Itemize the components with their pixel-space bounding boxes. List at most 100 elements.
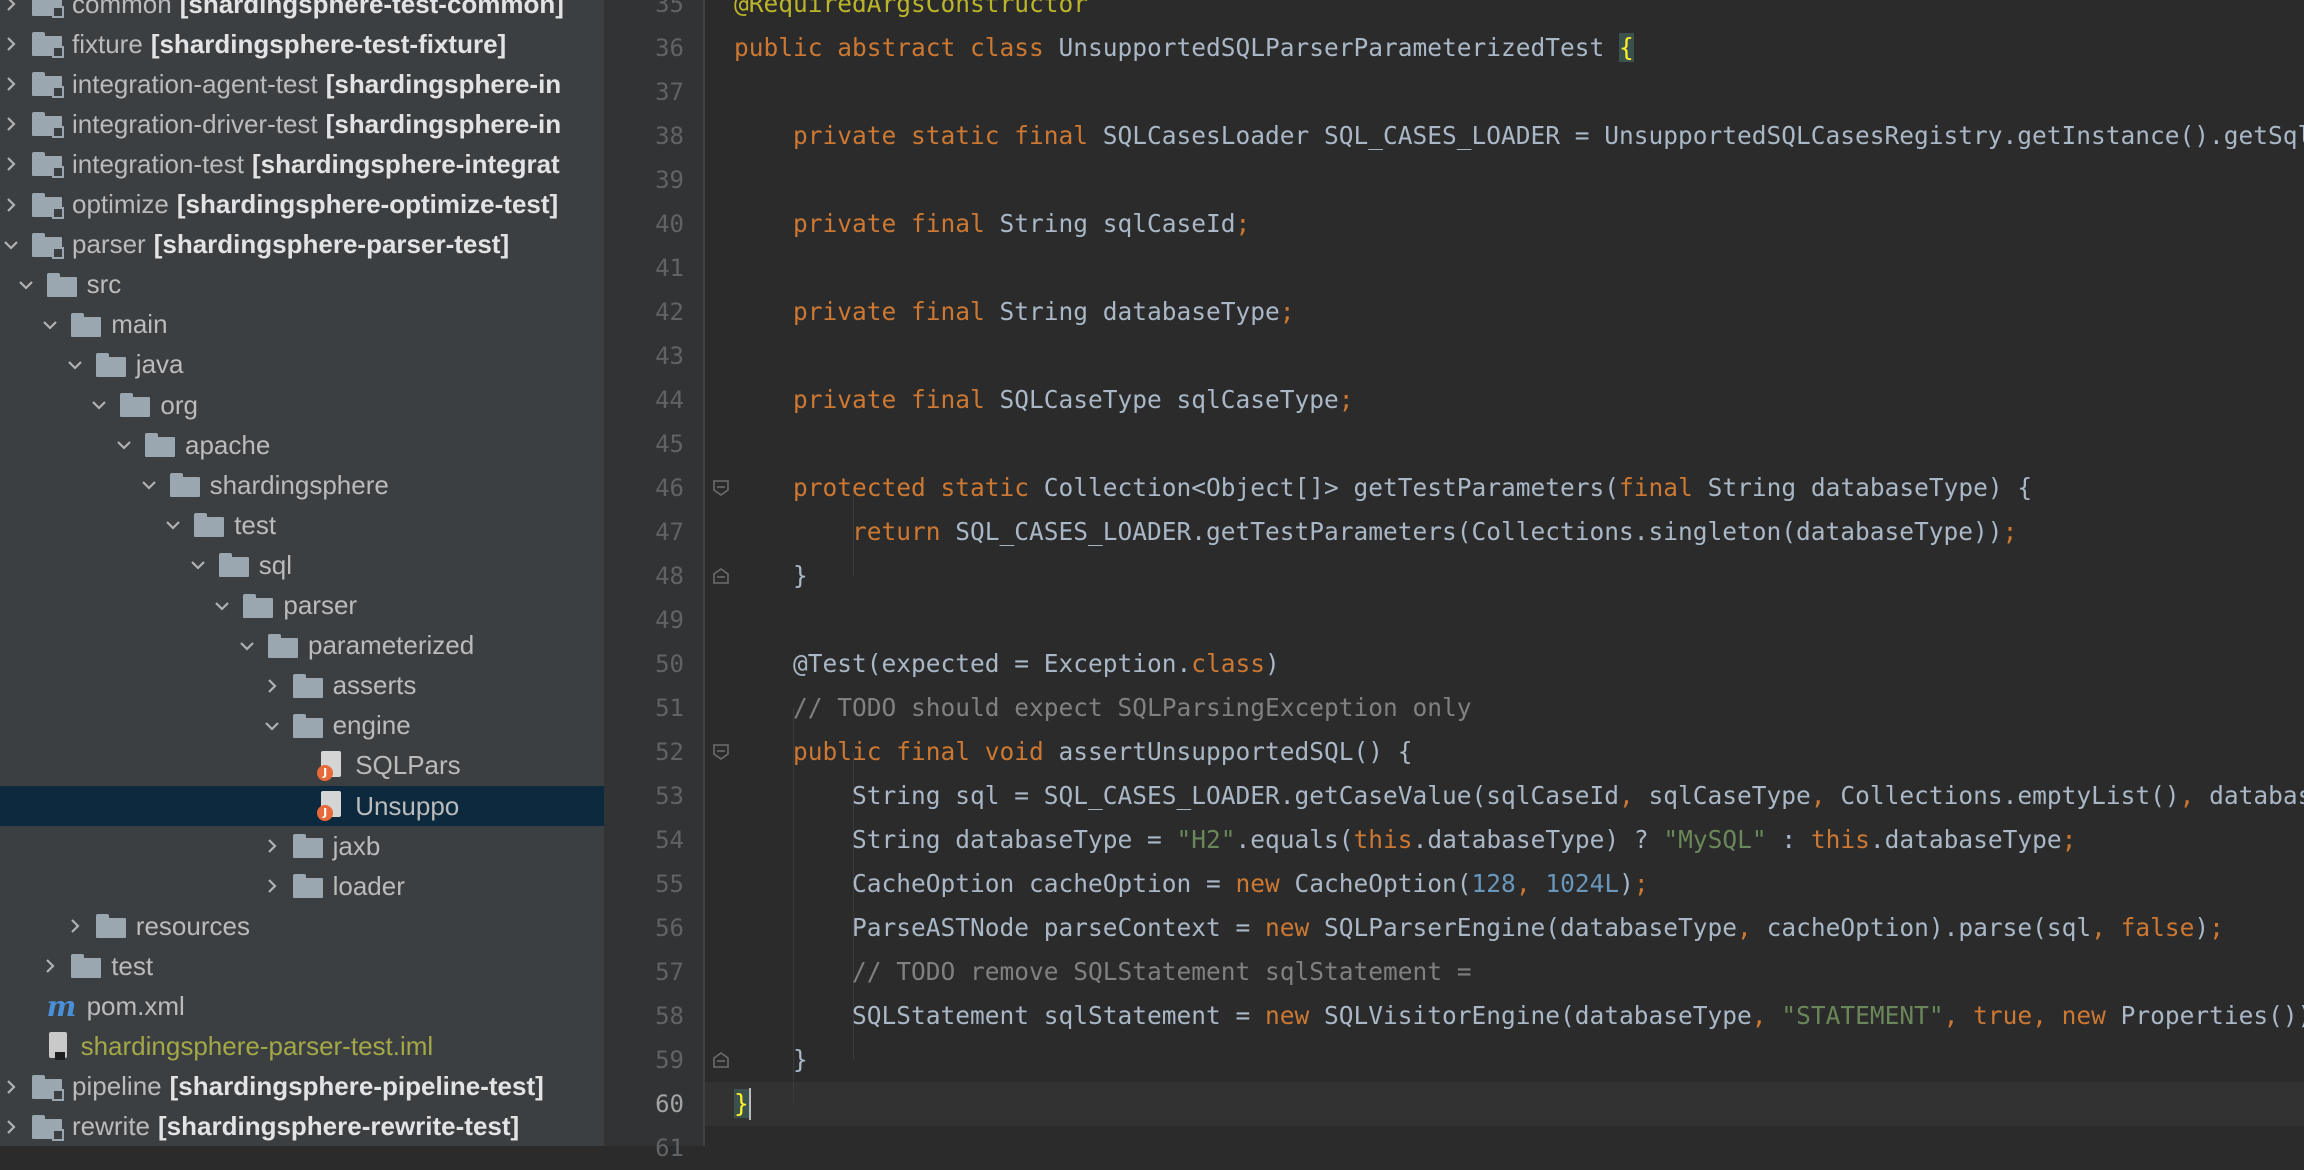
line-number: 42 [655, 298, 684, 326]
line-number: 56 [655, 914, 684, 942]
code-token: ; [1235, 209, 1251, 238]
chevron-down-icon[interactable] [261, 706, 283, 746]
code-token: .equals( [1235, 825, 1354, 854]
line-number: 44 [655, 386, 684, 414]
tree-row-common[interactable]: common [shardingsphere-test-common] [0, 0, 604, 24]
chevron-down-icon[interactable] [138, 465, 160, 505]
chevron-right-icon[interactable] [0, 0, 22, 24]
code-token: SQL_CASES_LOADER.getTestParameters(Colle… [955, 517, 2003, 546]
chevron-right-icon[interactable] [64, 906, 86, 946]
chevron-right-icon[interactable] [261, 826, 283, 866]
tree-row-parameterized[interactable]: parameterized [0, 626, 604, 666]
chevron-down-icon[interactable] [0, 225, 22, 265]
tree-row-resources[interactable]: resources [0, 906, 604, 946]
code-token: "MySQL" [1663, 825, 1767, 854]
chevron-right-icon[interactable] [0, 1067, 22, 1107]
chevron-right-icon[interactable] [39, 946, 61, 986]
chevron-down-icon[interactable] [113, 425, 135, 465]
tree-row-fixture[interactable]: fixture [shardingsphere-test-fixture] [0, 24, 604, 64]
chevron-down-icon[interactable] [162, 505, 184, 545]
code-token: , [1515, 869, 1546, 898]
tree-row-optimize[interactable]: optimize [shardingsphere-optimize-test] [0, 185, 604, 225]
project-tree-panel[interactable]: common [shardingsphere-test-common] fixtur… [0, 0, 604, 1146]
tree-row-test[interactable]: test [0, 505, 604, 545]
line-number: 60 [655, 1090, 684, 1118]
line-number: 53 [655, 782, 684, 810]
chevron-right-icon[interactable] [0, 104, 22, 144]
chevron-right-icon[interactable] [261, 866, 283, 906]
arrow-spacer [285, 746, 307, 786]
tree-item-label: loader [332, 870, 405, 901]
chevron-down-icon[interactable] [211, 586, 233, 626]
chevron-down-icon[interactable] [39, 305, 61, 345]
chevron-right-icon[interactable] [261, 666, 283, 706]
tree-row-integration-agent-test[interactable]: integration-agent-test [shardingsphere-in [0, 64, 604, 104]
iml-file-icon [47, 1031, 71, 1062]
tree-row-pom-xml[interactable]: m pom.xml [0, 987, 604, 1027]
tree-item-label: pipeline [72, 1071, 162, 1102]
tree-row-src[interactable]: src [0, 265, 604, 305]
line-number: 59 [655, 1046, 684, 1074]
chevron-down-icon[interactable] [64, 345, 86, 385]
code-token: , true, new [1943, 1001, 2121, 1030]
tree-item-label: org [160, 389, 198, 420]
chevron-down-icon[interactable] [88, 385, 110, 425]
code-token: } [734, 561, 808, 590]
chevron-down-icon[interactable] [236, 626, 258, 666]
tree-row-loader[interactable]: loader [0, 866, 604, 906]
module-folder-icon [32, 1074, 64, 1101]
code-line: private final String sqlCaseId; [734, 202, 1250, 246]
tree-row-integration-driver-test[interactable]: integration-driver-test [shardingsphere-i… [0, 104, 604, 144]
tree-item-label: parameterized [308, 630, 475, 661]
tree-row-sqlpars[interactable]: J SQLPars [0, 746, 604, 786]
code-token: ; [2002, 517, 2018, 546]
arrow-spacer [15, 987, 37, 1027]
tree-row-asserts[interactable]: asserts [0, 666, 604, 706]
line-number: 57 [655, 958, 684, 986]
code-token: ) [2194, 913, 2210, 942]
tree-item-label: integration-driver-test [72, 108, 318, 139]
folder-icon [169, 473, 200, 498]
folder-icon [194, 513, 225, 538]
tree-row-parser[interactable]: parser [0, 586, 604, 626]
chevron-down-icon[interactable] [187, 545, 209, 585]
tree-row-jaxb[interactable]: jaxb [0, 826, 604, 866]
code-token: return [852, 517, 956, 546]
code-token: CacheOption cacheOption = [734, 869, 1236, 898]
tree-row-rewrite[interactable]: rewrite [shardingsphere-rewrite-test] [0, 1107, 604, 1146]
tree-item-label: parser [283, 590, 358, 620]
chevron-right-icon[interactable] [0, 185, 22, 225]
module-folder-icon [32, 112, 64, 139]
tree-row-java[interactable]: java [0, 345, 604, 385]
tree-row-pipeline[interactable]: pipeline [shardingsphere-pipeline-test] [0, 1067, 604, 1107]
code-token: .databaseType [1869, 825, 2062, 854]
tree-item-label: integration-test [72, 148, 244, 179]
code-editor[interactable]: @RequiredArgsConstructor public abstract … [705, 0, 2304, 1146]
folder-icon [292, 834, 323, 859]
module-folder-icon [32, 152, 64, 179]
code-token: ) [1619, 869, 1634, 898]
module-folder-icon [32, 72, 64, 99]
tree-row-integration-test[interactable]: integration-test [shardingsphere-integrat [0, 144, 604, 184]
tree-row-main[interactable]: main [0, 305, 604, 345]
chevron-right-icon[interactable] [0, 64, 22, 104]
chevron-right-icon[interactable] [0, 1107, 22, 1146]
chevron-right-icon[interactable] [0, 24, 22, 64]
tree-row-sql[interactable]: sql [0, 545, 604, 585]
tree-row-apache[interactable]: apache [0, 425, 604, 465]
tree-row-org[interactable]: org [0, 385, 604, 425]
chevron-down-icon[interactable] [15, 265, 37, 305]
code-token: : [1766, 825, 1811, 854]
code-token: String sql = SQL_CASES_LOADER.getCaseVal… [734, 781, 1620, 810]
tree-row-shardingsphere-parser-test-iml[interactable]: shardingsphere-parser-test.iml [0, 1027, 604, 1067]
folder-icon [71, 312, 102, 337]
code-token: // TODO remove SQLStatement sqlStatement… [852, 957, 1472, 986]
code-token: ) [1265, 649, 1280, 678]
tree-row-parser[interactable]: parser [shardingsphere-parser-test] [0, 225, 604, 265]
tree-row-engine[interactable]: engine [0, 706, 604, 746]
tree-row-shardingsphere[interactable]: shardingsphere [0, 465, 604, 505]
code-token: SQLCasesLoader SQL_CASES_LOADER = Unsupp… [1102, 121, 2304, 150]
tree-row-test[interactable]: test [0, 946, 604, 986]
chevron-right-icon[interactable] [0, 144, 22, 184]
tree-row-unsuppo[interactable]: J Unsuppo [0, 786, 604, 826]
